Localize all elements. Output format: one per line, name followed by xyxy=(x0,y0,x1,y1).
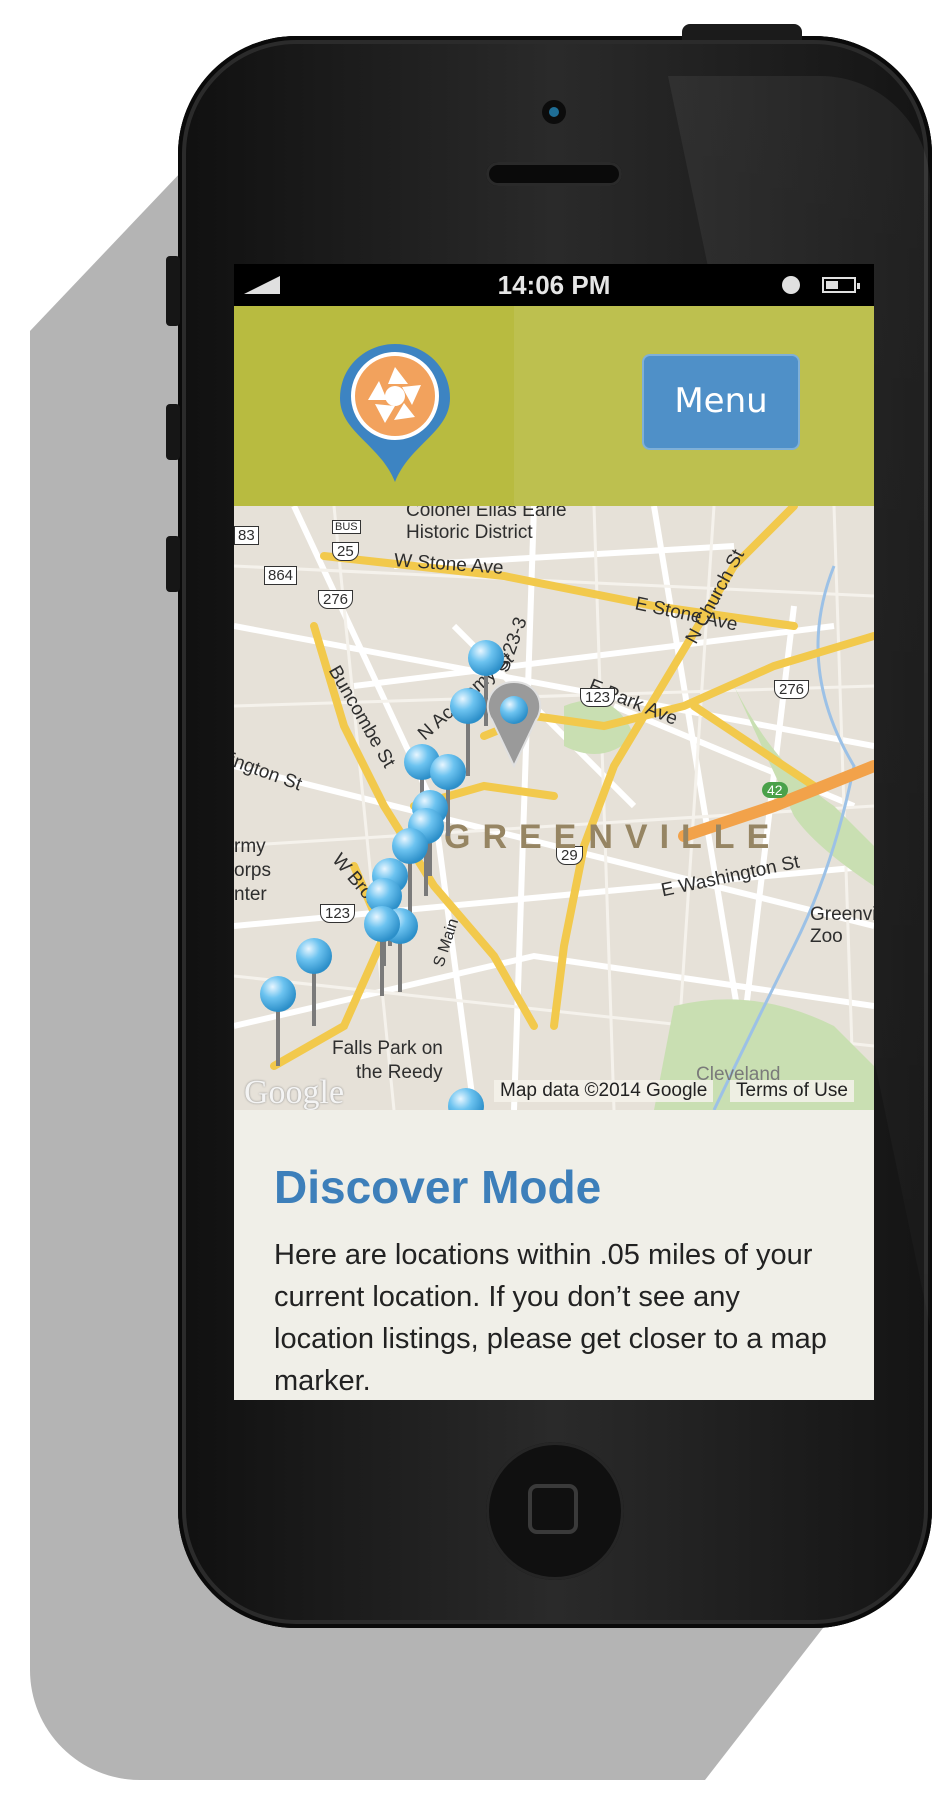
map-label-falls-park-1: Falls Park on xyxy=(332,1038,443,1059)
map-label-greenville-zoo-1: Greenvi xyxy=(810,904,874,925)
map-label-army-1: rmy xyxy=(234,836,266,857)
shield-123-a: 123 xyxy=(580,688,616,707)
shield-276-b: 276 xyxy=(774,680,810,699)
discover-panel: Discover Mode Here are locations within … xyxy=(234,1110,874,1400)
discover-description: Here are locations within .05 miles of y… xyxy=(274,1239,827,1397)
map-label-historic: Historic District xyxy=(406,522,533,543)
shield-25: 25 xyxy=(332,542,359,561)
front-camera xyxy=(542,100,566,124)
map-label-colonel: Colonel Elias Earle xyxy=(406,506,567,521)
volume-down-button xyxy=(166,536,180,592)
map-view[interactable]: Colonel Elias Earle Historic District W … xyxy=(234,506,874,1110)
shield-276-a: 276 xyxy=(318,590,354,609)
map-attribution: Google Map data ©2014 Google Terms of Us… xyxy=(234,1074,874,1110)
google-logo: Google xyxy=(244,1074,345,1110)
mute-switch xyxy=(166,256,180,326)
app-header: Menu xyxy=(234,306,874,506)
map-city-label: GREENVILLE xyxy=(444,818,782,856)
shield-83: 83 xyxy=(234,526,259,545)
volume-up-button xyxy=(166,404,180,460)
map-label-greenville-zoo-2: Zoo xyxy=(810,926,843,947)
map-label-army-3: nter xyxy=(234,884,267,905)
shield-123-b: 123 xyxy=(320,904,356,923)
status-bar: 14:06 PM xyxy=(234,264,874,306)
battery-icon xyxy=(822,277,860,293)
map-data-credit: Map data ©2014 Google xyxy=(494,1080,714,1102)
terms-of-use-link[interactable]: Terms of Use xyxy=(730,1080,854,1102)
app-logo-icon xyxy=(340,344,450,482)
shield-42: 42 xyxy=(762,782,788,798)
map-label-army-2: orps xyxy=(234,860,271,881)
shield-bus: BUS xyxy=(332,520,361,534)
status-time: 14:06 PM xyxy=(497,270,611,300)
home-button xyxy=(486,1442,624,1580)
shield-864: 864 xyxy=(264,566,298,585)
phone-screen: 14:06 PM Menu Colonel Elias Earle Histor… xyxy=(234,264,874,1400)
earpiece-speaker xyxy=(486,162,622,186)
alarm-clock-icon xyxy=(782,276,800,294)
page-title: Discover Mode xyxy=(274,1161,602,1213)
menu-button[interactable]: Menu xyxy=(642,354,800,450)
power-button xyxy=(682,24,802,40)
